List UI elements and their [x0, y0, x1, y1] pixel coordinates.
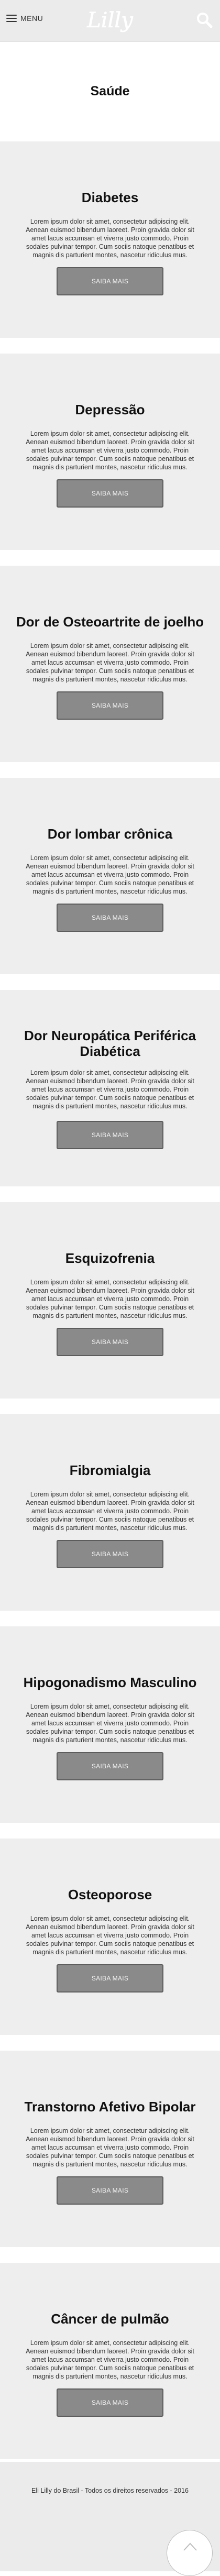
- saiba-mais-button[interactable]: SAIBA MAIS: [57, 2176, 163, 2205]
- topic-card: Câncer de pulmão Lorem ipsum dolor sit am…: [0, 2263, 220, 2459]
- saiba-mais-button[interactable]: SAIBA MAIS: [57, 1964, 163, 1992]
- saiba-mais-button[interactable]: SAIBA MAIS: [57, 1121, 163, 1149]
- topic-card: Esquizofrenia Lorem ipsum dolor sit amet,…: [0, 1202, 220, 1399]
- topic-card-description: Lorem ipsum dolor sit amet, consectetur …: [26, 1279, 194, 1319]
- topic-card: Hipogonadismo Masculino Lorem ipsum dolor…: [0, 1626, 220, 1823]
- topic-card-description: Lorem ipsum dolor sit amet, consectetur …: [26, 642, 194, 683]
- topic-card: Dor Neuropática Periférica Diabética Lore…: [0, 990, 220, 1186]
- chevron-up-icon: [183, 2542, 197, 2551]
- topic-card-title: Depressão: [75, 402, 145, 417]
- topic-card: Diabetes Lorem ipsum dolor sit amet, cons…: [0, 141, 220, 338]
- menu-button[interactable]: MENU: [6, 14, 43, 23]
- hamburger-icon: [6, 15, 17, 22]
- search-icon[interactable]: [196, 12, 213, 28]
- topic-card-title: Hipogonadismo Masculino: [23, 1675, 197, 1690]
- saiba-mais-button[interactable]: SAIBA MAIS: [57, 1328, 163, 1356]
- topic-card-description: Lorem ipsum dolor sit amet, consectetur …: [26, 1915, 194, 1956]
- topic-card: Dor lombar crônica Lorem ipsum dolor sit …: [0, 778, 220, 974]
- site-footer: Eli Lilly do Brasil - Todos os direitos …: [0, 2462, 220, 2576]
- topic-card: Fibromialgia Lorem ipsum dolor sit amet, …: [0, 1414, 220, 1611]
- copyright-text: Eli Lilly do Brasil - Todos os direitos …: [31, 2487, 189, 2494]
- topic-card: Dor de Osteoartrite de joelho Lorem ipsum…: [0, 566, 220, 762]
- topic-card: Depressão Lorem ipsum dolor sit amet, con…: [0, 354, 220, 550]
- topic-card-description: Lorem ipsum dolor sit amet, consectetur …: [26, 430, 194, 471]
- saiba-mais-button[interactable]: SAIBA MAIS: [57, 1752, 163, 1780]
- logo-text: Lilly: [86, 8, 134, 32]
- topic-card-title: Dor Neuropática Periférica Diabética: [24, 1028, 196, 1059]
- page-title: Saúde: [90, 84, 130, 98]
- topic-card-title: Câncer de pulmão: [51, 2311, 169, 2327]
- topic-card-description: Lorem ipsum dolor sit amet, consectetur …: [26, 218, 194, 259]
- topic-card-description: Lorem ipsum dolor sit amet, consectetur …: [26, 1703, 194, 1744]
- topic-card-description: Lorem ipsum dolor sit amet, consectetur …: [26, 2339, 194, 2380]
- topic-card-title: Dor lombar crônica: [47, 826, 173, 842]
- saiba-mais-button[interactable]: SAIBA MAIS: [57, 267, 163, 295]
- topic-card-description: Lorem ipsum dolor sit amet, consectetur …: [26, 854, 194, 895]
- topic-card-title: Dor de Osteoartrite de joelho: [16, 614, 204, 630]
- menu-label: MENU: [20, 14, 43, 23]
- saiba-mais-button[interactable]: SAIBA MAIS: [57, 691, 163, 720]
- topic-card-description: Lorem ipsum dolor sit amet, consectetur …: [26, 1491, 194, 1532]
- topic-card: Transtorno Afetivo Bipolar Lorem ipsum do…: [0, 2051, 220, 2247]
- topic-card-description: Lorem ipsum dolor sit amet, consectetur …: [26, 2127, 194, 2168]
- lilly-logo[interactable]: Lilly: [76, 4, 144, 37]
- saiba-mais-button[interactable]: SAIBA MAIS: [57, 479, 163, 508]
- saiba-mais-button[interactable]: SAIBA MAIS: [57, 1540, 163, 1568]
- topic-card-title: Transtorno Afetivo Bipolar: [24, 2099, 196, 2115]
- topic-card-title: Osteoporose: [68, 1887, 152, 1902]
- topic-card-description: Lorem ipsum dolor sit amet, consectetur …: [26, 1069, 194, 1110]
- topic-card-title: Diabetes: [81, 190, 139, 205]
- site-header: MENU Lilly: [0, 0, 220, 42]
- topic-card-title: Fibromialgia: [69, 1462, 151, 1478]
- scroll-top-button[interactable]: [167, 2530, 213, 2576]
- topic-card: Osteoporose Lorem ipsum dolor sit amet, c…: [0, 1839, 220, 2035]
- saiba-mais-button[interactable]: SAIBA MAIS: [57, 904, 163, 932]
- saiba-mais-button[interactable]: SAIBA MAIS: [57, 2388, 163, 2417]
- topic-card-title: Esquizofrenia: [65, 1250, 155, 1266]
